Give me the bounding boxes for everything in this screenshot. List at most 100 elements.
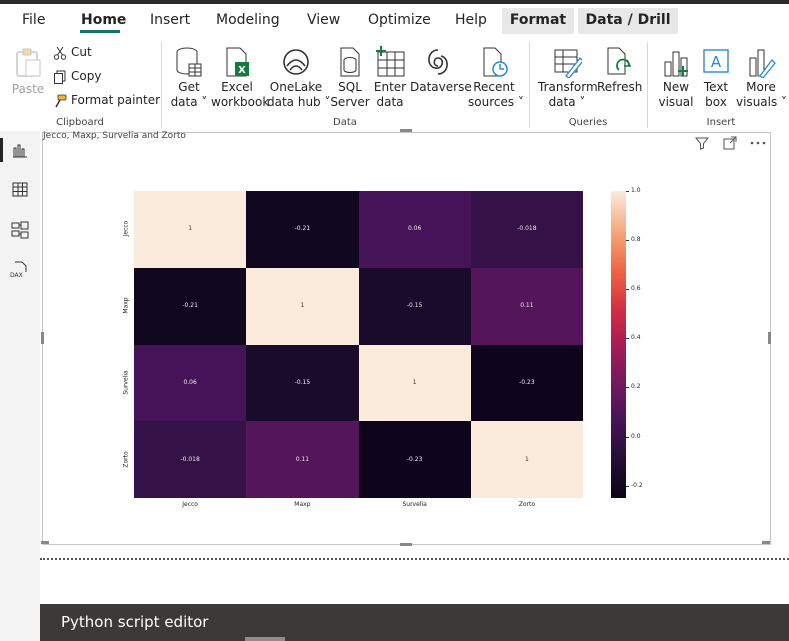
- heatmap-x-tick-label: Maxp: [294, 501, 311, 508]
- tab-help[interactable]: Help: [455, 8, 487, 34]
- resize-handle-top[interactable]: [400, 129, 412, 132]
- report-view-icon[interactable]: [10, 140, 30, 160]
- colorbar-tick-label: 0.8: [631, 236, 641, 244]
- format-painter-button[interactable]: Format painter: [53, 90, 160, 110]
- refresh-icon: [607, 47, 632, 75]
- editor-resize-grip[interactable]: [245, 637, 285, 641]
- get-data-button[interactable]: Get data ˅: [170, 46, 208, 110]
- heatmap-cell-value: 0.06: [183, 378, 197, 386]
- colorbar-tick-mark: [626, 485, 629, 487]
- tab-format[interactable]: Format: [502, 8, 574, 34]
- queries-group-label: Queries: [568, 117, 608, 128]
- tab-view[interactable]: View: [307, 8, 340, 34]
- sql-server-button[interactable]: SQL Server: [330, 46, 370, 110]
- heatmap-cell-value: 0.11: [295, 455, 310, 463]
- ribbon-separator: [647, 42, 648, 128]
- chevron-down-icon: ˅: [514, 95, 524, 109]
- more-visuals-label-line2: visuals: [736, 95, 778, 109]
- dax-query-view-icon[interactable]: DAX: [10, 260, 30, 280]
- copy-button[interactable]: Copy: [53, 66, 101, 86]
- copy-label: Copy: [71, 69, 102, 83]
- filter-icon[interactable]: [694, 135, 710, 151]
- heatmap-cell-value: -0.21: [182, 302, 198, 310]
- heatmap-x-tick-label: Jecco: [182, 501, 198, 508]
- tab-file[interactable]: File: [22, 8, 45, 34]
- heatmap-x-tick-label: Zorto: [518, 501, 536, 508]
- cut-label: Cut: [71, 45, 92, 59]
- heatmap-y-tick-label: Survelia: [122, 370, 130, 395]
- colorbar-tick-mark: [626, 289, 629, 291]
- excel-icon: X: [226, 47, 249, 77]
- svg-text:A: A: [711, 53, 722, 71]
- text-box-label-line1: Text: [703, 80, 729, 94]
- colorbar-tick-mark: [626, 436, 629, 438]
- text-box-button[interactable]: A Text box: [697, 46, 735, 110]
- resize-handle-bottom[interactable]: [400, 543, 412, 546]
- more-visuals-button[interactable]: More visuals ˅: [736, 46, 788, 110]
- format-painter-label: Format painter: [71, 93, 161, 107]
- heatmap-cell-value: 0.11: [520, 302, 534, 310]
- excel-label-line1: Excel: [221, 80, 253, 94]
- format-painter-icon: [55, 94, 67, 107]
- sql-server-icon: [340, 47, 360, 77]
- heatmap-cell-value: 0.06: [407, 225, 422, 233]
- text-box-label-line2: box: [705, 95, 727, 109]
- colorbar-tick-mark: [626, 387, 629, 389]
- enter-data-label-line1: Enter: [373, 80, 407, 94]
- tab-optimize[interactable]: Optimize: [368, 8, 431, 34]
- dataverse-label: Dataverse: [410, 80, 472, 94]
- tab-data-drill[interactable]: Data / Drill: [578, 8, 678, 34]
- resize-handle-bottom-left[interactable]: [41, 541, 49, 544]
- resize-handle-right[interactable]: [768, 332, 771, 344]
- scissors-icon: [53, 46, 67, 60]
- enter-data-button[interactable]: Enter data: [373, 46, 407, 110]
- new-visual-label-line2: visual: [658, 95, 694, 109]
- onelake-label-line1: OneLake: [269, 80, 323, 94]
- heatmap-cell-value: -0.15: [406, 302, 423, 310]
- heatmap-cell-value: -0.23: [519, 378, 535, 386]
- tab-insert[interactable]: Insert: [150, 8, 190, 34]
- heatmap-x-tick-label: Survelia: [402, 501, 427, 508]
- colorbar: [611, 191, 626, 498]
- dataverse-button[interactable]: Dataverse: [410, 46, 472, 95]
- recent-sources-icon: [483, 47, 508, 77]
- tab-modeling[interactable]: Modeling: [216, 8, 280, 34]
- refresh-label: Refresh: [597, 80, 643, 94]
- dataverse-icon: [428, 49, 448, 75]
- sql-label-line2: Server: [330, 95, 370, 109]
- excel-workbook-button[interactable]: X Excel workbook: [211, 46, 269, 110]
- svg-text:X: X: [238, 65, 246, 76]
- copy-icon: [54, 70, 66, 84]
- new-visual-button[interactable]: New visual: [657, 46, 695, 110]
- resize-handle-left[interactable]: [41, 332, 44, 344]
- table-view-icon[interactable]: [10, 180, 30, 200]
- recent-sources-button[interactable]: Recent sources ˅: [468, 46, 524, 110]
- paste-button[interactable]: Paste: [10, 46, 46, 97]
- onelake-data-hub-button[interactable]: OneLake data hub ˅: [267, 46, 331, 110]
- enter-data-label-line2: data: [376, 95, 404, 109]
- more-options-icon[interactable]: [748, 135, 768, 151]
- resize-handle-bottom-right[interactable]: [762, 541, 770, 544]
- transform-data-button[interactable]: Transform data ˅: [538, 46, 598, 110]
- focus-mode-icon[interactable]: [722, 135, 738, 151]
- cut-button[interactable]: Cut: [53, 42, 92, 62]
- heatmap-y-tick-label: Maxp: [122, 297, 130, 314]
- python-script-editor-title: Python script editor: [61, 613, 209, 631]
- onelake-label-line2: data hub: [267, 95, 321, 109]
- heatmap-cell-value: 1: [300, 302, 305, 310]
- transform-label-line2: data: [548, 95, 576, 109]
- chevron-down-icon: ˅: [197, 95, 208, 109]
- data-group-label: Data: [333, 117, 357, 128]
- visual-title: Jecco, Maxp, Survelia and Zorto: [43, 131, 186, 141]
- heatmap-cell-value: -0.018: [517, 225, 537, 233]
- chevron-down-icon: ˅: [777, 95, 788, 109]
- table-enter-icon: [376, 46, 405, 77]
- editor-divider[interactable]: [40, 558, 789, 560]
- colorbar-tick-label: 0.2: [631, 383, 641, 391]
- colorbar-tick-label: 0.4: [631, 334, 641, 342]
- clipboard-group-label: Clipboard: [56, 117, 104, 128]
- chevron-down-icon: ˅: [575, 95, 586, 109]
- model-view-icon[interactable]: [10, 220, 30, 240]
- refresh-button[interactable]: Refresh: [597, 46, 643, 95]
- paste-label: Paste: [11, 82, 45, 96]
